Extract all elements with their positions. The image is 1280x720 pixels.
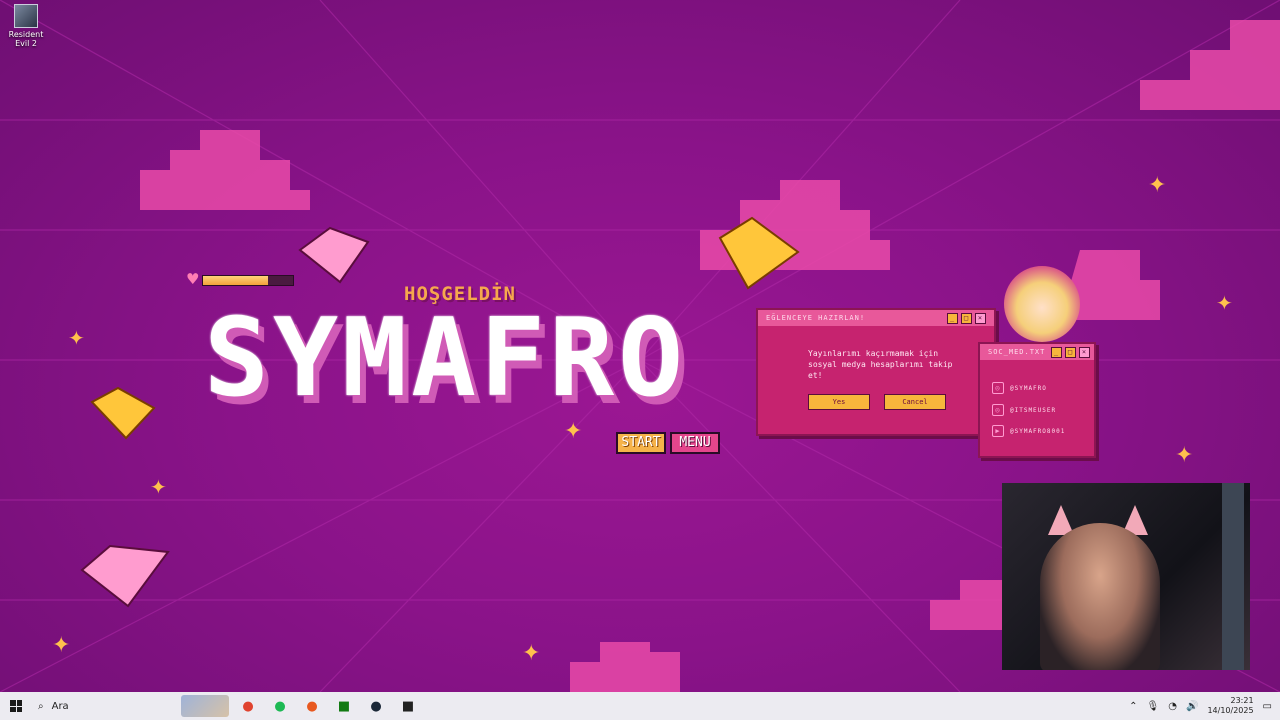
svg-text:✦: ✦ — [52, 633, 70, 658]
minimize-icon[interactable]: _ — [947, 313, 958, 324]
steam-icon[interactable]: ● — [363, 695, 389, 717]
youtube-icon: ▶ — [992, 425, 1004, 437]
dialog-title: EĞLENCEYE HAZIRLAN! — [766, 314, 866, 322]
clock[interactable]: 23:21 14/10/2025 — [1207, 696, 1253, 716]
menu-button[interactable]: MENU — [670, 432, 720, 454]
social-handle: @SYMAFRO8001 — [1010, 427, 1066, 435]
close-icon[interactable]: × — [975, 313, 986, 324]
svg-text:✦: ✦ — [564, 419, 582, 444]
volume-icon[interactable]: 🔊 — [1186, 701, 1198, 712]
windows-icon — [10, 700, 22, 712]
game-icon — [14, 4, 38, 28]
start-button[interactable]: START — [616, 432, 666, 454]
health-bar-track — [202, 275, 294, 286]
tiktok-icon: ◎ — [992, 404, 1004, 416]
maximize-icon[interactable]: □ — [961, 313, 972, 324]
chrome-icon[interactable]: ● — [235, 695, 261, 717]
widgets-icon[interactable] — [181, 695, 229, 717]
dialog-title-bar: EĞLENCEYE HAZIRLAN! _ □ × — [758, 310, 994, 326]
health-bar: ♥ — [186, 270, 294, 288]
system-tray: ⌃ 🎙 ◔ 🔊 23:21 14/10/2025 ▭ — [1129, 696, 1280, 716]
social-item-youtube[interactable]: ▶ @SYMAFRO8001 — [992, 425, 1065, 437]
close-icon[interactable]: × — [1079, 347, 1090, 358]
epic-games-icon[interactable]: ■ — [395, 695, 421, 717]
spotify-icon[interactable]: ● — [267, 695, 293, 717]
svg-text:✦: ✦ — [150, 475, 167, 499]
svg-text:✦: ✦ — [1175, 443, 1193, 468]
xbox-icon[interactable]: ■ — [331, 695, 357, 717]
search-icon: ⌕ — [38, 700, 44, 712]
webcam-feed — [1002, 483, 1250, 670]
channel-title: SYMAFRO — [204, 296, 688, 421]
start-button[interactable] — [0, 692, 32, 720]
window-frame — [1222, 483, 1244, 670]
social-media-window: SOC_MED.TXT _ □ × ◎ @SYMAFRO ◎ @ITSMEUSE… — [978, 342, 1096, 458]
svg-text:✦: ✦ — [68, 326, 85, 350]
social-handle: @SYMAFRO — [1010, 384, 1047, 392]
notifications-icon[interactable]: ▭ — [1263, 701, 1272, 712]
yes-button[interactable]: Yes — [808, 394, 870, 410]
mascot-avatar — [1004, 266, 1080, 342]
desktop-icon-label: Resident Evil 2 — [8, 30, 44, 48]
social-title-bar: SOC_MED.TXT _ □ × — [980, 344, 1094, 360]
svg-text:✦: ✦ — [522, 641, 540, 666]
cancel-button[interactable]: Cancel — [884, 394, 946, 410]
maximize-icon[interactable]: □ — [1065, 347, 1076, 358]
social-item-tiktok[interactable]: ◎ @ITSMEUSER — [992, 404, 1056, 416]
dialog-message: Yayınlarımı kaçırmamak için sosyal medya… — [808, 349, 953, 380]
clock-date: 14/10/2025 — [1207, 706, 1254, 715]
network-icon[interactable]: ◔ — [1168, 701, 1177, 712]
chevron-up-icon[interactable]: ⌃ — [1129, 701, 1137, 712]
taskbar-search[interactable]: ⌕ Ara — [32, 692, 178, 720]
clock-time: 23:21 — [1230, 696, 1254, 705]
svg-text:✦: ✦ — [1216, 291, 1233, 315]
minimize-icon[interactable]: _ — [1051, 347, 1062, 358]
social-item-instagram[interactable]: ◎ @SYMAFRO — [992, 382, 1047, 394]
health-bar-fill — [203, 276, 268, 285]
streamer — [1040, 523, 1160, 670]
svg-text:✦: ✦ — [1148, 173, 1166, 198]
follow-dialog-window: EĞLENCEYE HAZIRLAN! _ □ × Yayınlarımı ka… — [756, 308, 996, 436]
instagram-icon: ◎ — [992, 382, 1004, 394]
search-placeholder: Ara — [51, 700, 69, 712]
heart-icon: ♥ — [186, 270, 200, 288]
brave-icon[interactable]: ● — [299, 695, 325, 717]
desktop-icon-resident-evil-2[interactable]: Resident Evil 2 — [2, 4, 50, 48]
social-title: SOC_MED.TXT — [988, 348, 1046, 356]
taskbar: ⌕ Ara ● ● ● ■ ● ■ ⌃ 🎙 ◔ 🔊 23:21 14/10/20… — [0, 692, 1280, 720]
microphone-icon[interactable]: 🎙 — [1147, 701, 1160, 712]
social-handle: @ITSMEUSER — [1010, 406, 1057, 414]
